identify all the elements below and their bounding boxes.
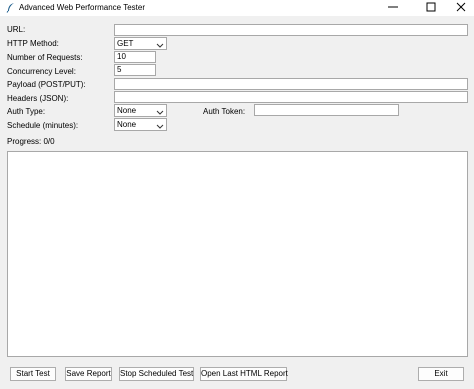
auth-token-input[interactable] — [254, 104, 399, 116]
window-title: Advanced Web Performance Tester — [19, 3, 145, 12]
results-output-area[interactable] — [7, 151, 468, 357]
auth-type-label: Auth Type: — [7, 107, 46, 116]
minimize-button[interactable] — [380, 0, 406, 16]
feather-icon — [6, 2, 16, 13]
open-html-report-button[interactable]: Open Last HTML Report — [200, 367, 288, 381]
http-method-select[interactable]: GET — [114, 37, 167, 50]
schedule-value: None — [117, 120, 137, 129]
start-test-button[interactable]: Start Test — [10, 367, 56, 381]
num-requests-input[interactable]: 10 — [114, 51, 156, 63]
headers-label: Headers (JSON): — [7, 94, 69, 103]
payload-label: Payload (POST/PUT): — [7, 80, 86, 89]
chevron-down-icon — [156, 41, 164, 48]
exit-button[interactable]: Exit — [418, 367, 464, 381]
close-button[interactable] — [448, 0, 474, 16]
schedule-label: Schedule (minutes): — [7, 121, 79, 130]
minimize-icon — [388, 2, 398, 14]
app-window: Advanced Web Performance Tester URL: HTT… — [0, 0, 474, 389]
num-requests-label: Number of Requests: — [7, 53, 83, 62]
concurrency-input[interactable]: 5 — [114, 64, 156, 76]
save-report-button[interactable]: Save Report — [65, 367, 112, 381]
payload-input[interactable] — [114, 78, 468, 90]
chevron-down-icon — [156, 122, 164, 129]
auth-token-label: Auth Token: — [203, 107, 246, 116]
close-icon — [456, 2, 466, 14]
headers-input[interactable] — [114, 91, 468, 103]
stop-scheduled-test-button[interactable]: Stop Scheduled Test — [119, 367, 194, 381]
progress-label: Progress: 0/0 — [7, 137, 55, 146]
url-input[interactable] — [114, 24, 468, 36]
url-label: URL: — [7, 25, 26, 34]
auth-type-value: None — [117, 106, 137, 115]
schedule-select[interactable]: None — [114, 118, 167, 131]
maximize-icon — [426, 2, 436, 14]
concurrency-label: Concurrency Level: — [7, 67, 76, 76]
auth-type-select[interactable]: None — [114, 104, 167, 117]
http-method-value: GET — [117, 39, 134, 48]
maximize-button[interactable] — [418, 0, 444, 16]
chevron-down-icon — [156, 108, 164, 115]
http-method-label: HTTP Method: — [7, 39, 59, 48]
title-bar[interactable]: Advanced Web Performance Tester — [0, 0, 474, 16]
